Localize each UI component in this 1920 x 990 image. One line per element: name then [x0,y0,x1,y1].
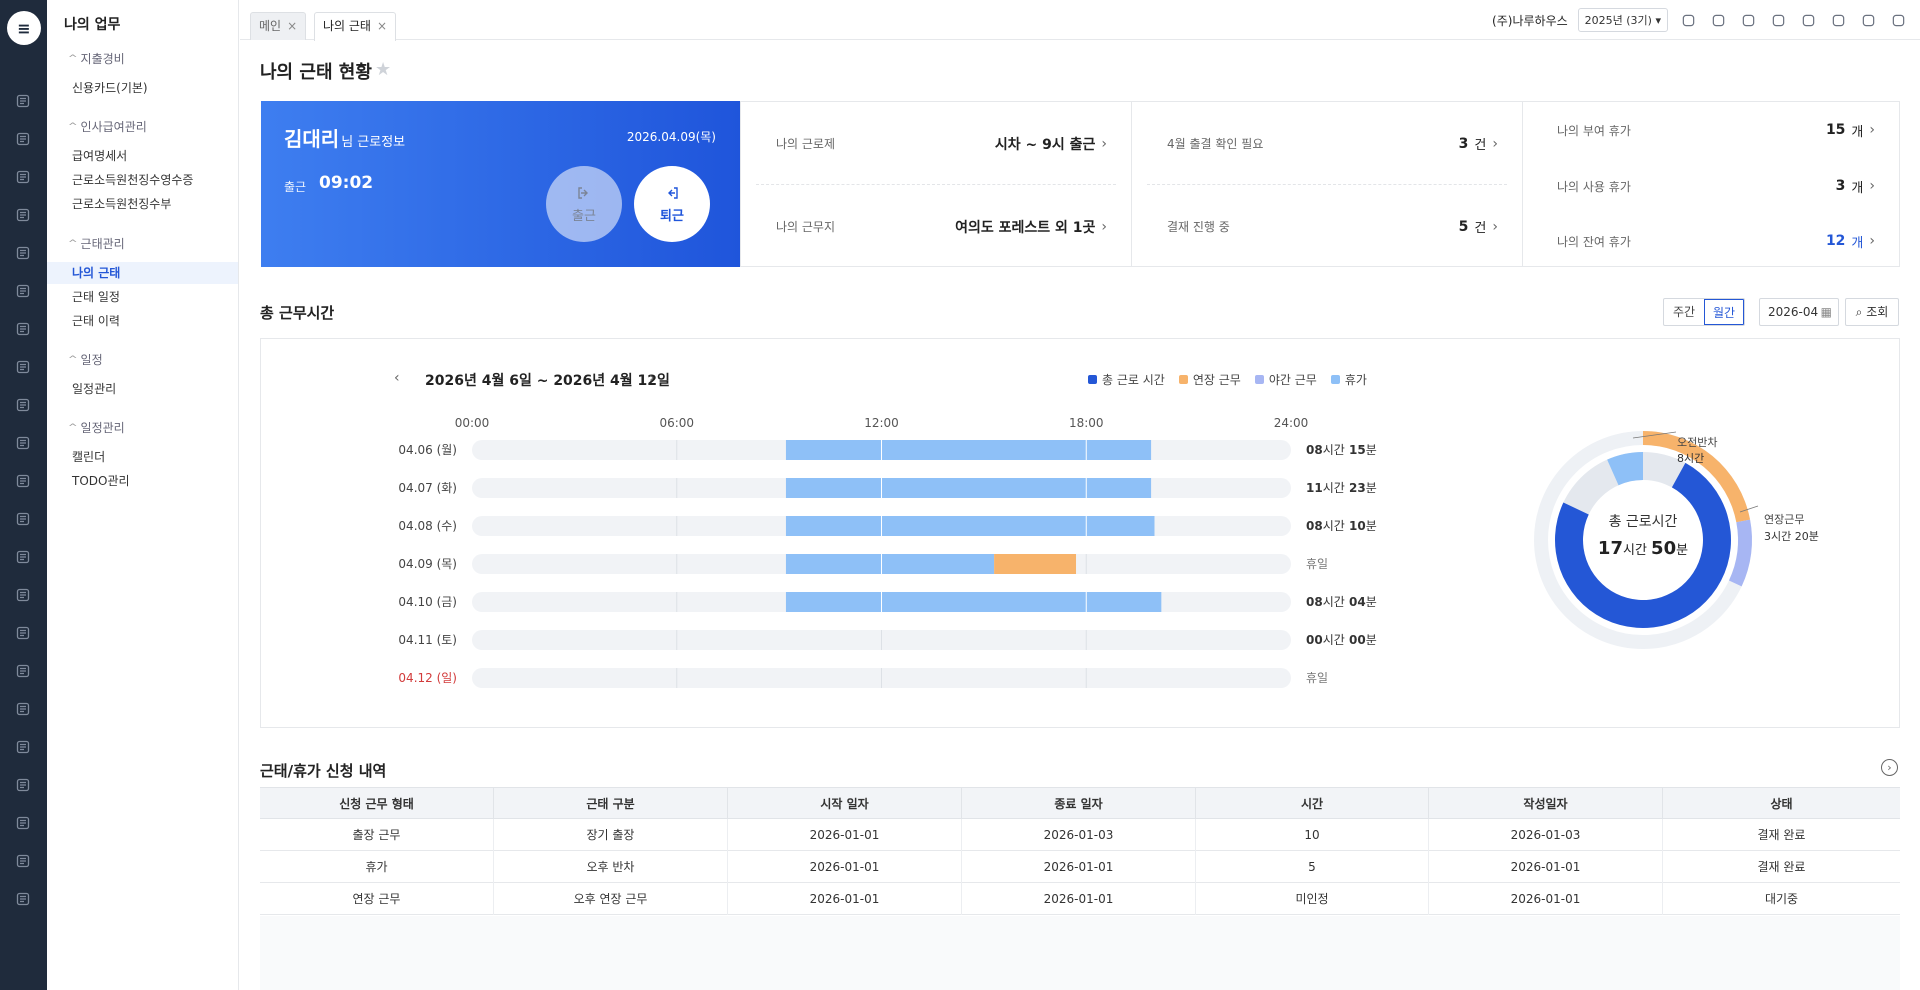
requests-title: 근태/휴가 신청 내역 [260,762,387,780]
table-cell: 2026-01-03 [1428,819,1662,851]
table-cell: 2026-01-01 [1428,851,1662,883]
callout-overtime-label: 연장근무 [1764,513,1804,526]
column-header[interactable]: 시간 [1195,788,1428,820]
row-total: 휴일 [1306,671,1328,685]
table-cell: 2026-01-01 [727,883,961,915]
row-total: 11시간 23분 [1306,481,1377,495]
row-day-label: 04.10 (금) [398,595,457,609]
row-total: 휴일 [1306,557,1328,571]
table-row[interactable]: 출장 근무 장기 출장 2026-01-01 2026-01-03 10 2026-01-… [260,819,1900,851]
column-header[interactable]: 시작 일자 [727,788,961,820]
table-cell: 결재 완료 [1662,819,1900,851]
x-tick-label: 00:00 [455,416,490,430]
column-header[interactable]: 상태 [1662,788,1900,820]
row-day-label: 04.06 (월) [398,443,457,457]
row-day-label: 04.12 (일) [398,671,457,685]
requests-table-header: 신청 근무 형태 근태 구분 시작 일자 종료 일자 시간 작성일자 상태 [260,787,1900,820]
table-cell: 2026-01-01 [727,851,961,883]
row-day-label: 04.08 (수) [398,519,457,533]
donut-center-value: 17시간 50분 [1598,538,1688,559]
row-total: 08시간 04분 [1306,595,1377,609]
table-cell: 2026-01-01 [961,883,1195,915]
timeline-bar[interactable] [785,478,1152,498]
row-total: 08시간 10분 [1306,519,1377,533]
x-tick-label: 18:00 [1069,416,1104,430]
worktime-donut-chart: 총 근로시간 17시간 50분 오전반차 8시간연장근무 3시간 20분 [1534,431,1819,649]
table-cell: 5 [1195,851,1428,883]
callout-overtime-value: 3시간 20분 [1764,530,1819,543]
row-total: 00시간 00분 [1306,633,1377,647]
column-header[interactable]: 작성일자 [1428,788,1662,820]
table-cell: 연장 근무 [352,892,401,906]
table-cell: 2026-01-01 [961,851,1195,883]
x-tick-label: 12:00 [864,416,899,430]
table-cell: 10 [1195,819,1428,851]
table-row[interactable]: 연장 근무 오후 연장 근무 2026-01-01 2026-01-01 미인정 2026… [260,883,1900,915]
column-header[interactable]: 종료 일자 [961,788,1195,820]
x-tick-label: 24:00 [1274,416,1309,430]
table-row[interactable]: 휴가 오후 반차 2026-01-01 2026-01-01 5 2026-01-01 결재… [260,851,1900,883]
table-cell: 오후 반차 [493,851,727,883]
more-arrow-icon[interactable]: › [1881,759,1898,776]
table-cell: 2026-01-01 [727,819,961,851]
table-cell: 결재 완료 [1662,851,1900,883]
column-header[interactable]: 근태 구분 [493,788,727,820]
row-day-label: 04.11 (토) [398,633,457,647]
timeline-bar[interactable] [785,554,995,574]
table-cell: 장기 출장 [493,819,727,851]
donut-center-title: 총 근로시간 [1609,514,1678,530]
table-cell: 오후 연장 근무 [493,883,727,915]
table-cell: 2026-01-01 [1428,883,1662,915]
callout-half-day-value: 8시간 [1677,452,1704,465]
column-header[interactable]: 신청 근무 형태 [260,788,493,820]
timeline-bar[interactable] [785,516,1155,536]
donut-slice-overtime[interactable] [1728,519,1752,587]
table-cell: 대기중 [1662,883,1900,915]
table-cell: 2026-01-03 [961,819,1195,851]
table-cell: 미인정 [1195,883,1428,915]
timeline-bar[interactable] [785,440,1152,460]
table-cell: 출장 근무 [352,828,401,842]
timeline-bar[interactable] [785,592,1162,612]
row-total: 08시간 15분 [1306,443,1377,457]
timeline-bar[interactable] [994,554,1077,574]
table-empty-area [260,916,1900,990]
x-tick-label: 06:00 [659,416,694,430]
callout-half-day-label: 오전반차 [1677,436,1717,449]
table-cell: 휴가 [365,860,388,874]
row-day-label: 04.07 (화) [398,481,457,495]
row-day-label: 04.09 (목) [398,557,457,571]
